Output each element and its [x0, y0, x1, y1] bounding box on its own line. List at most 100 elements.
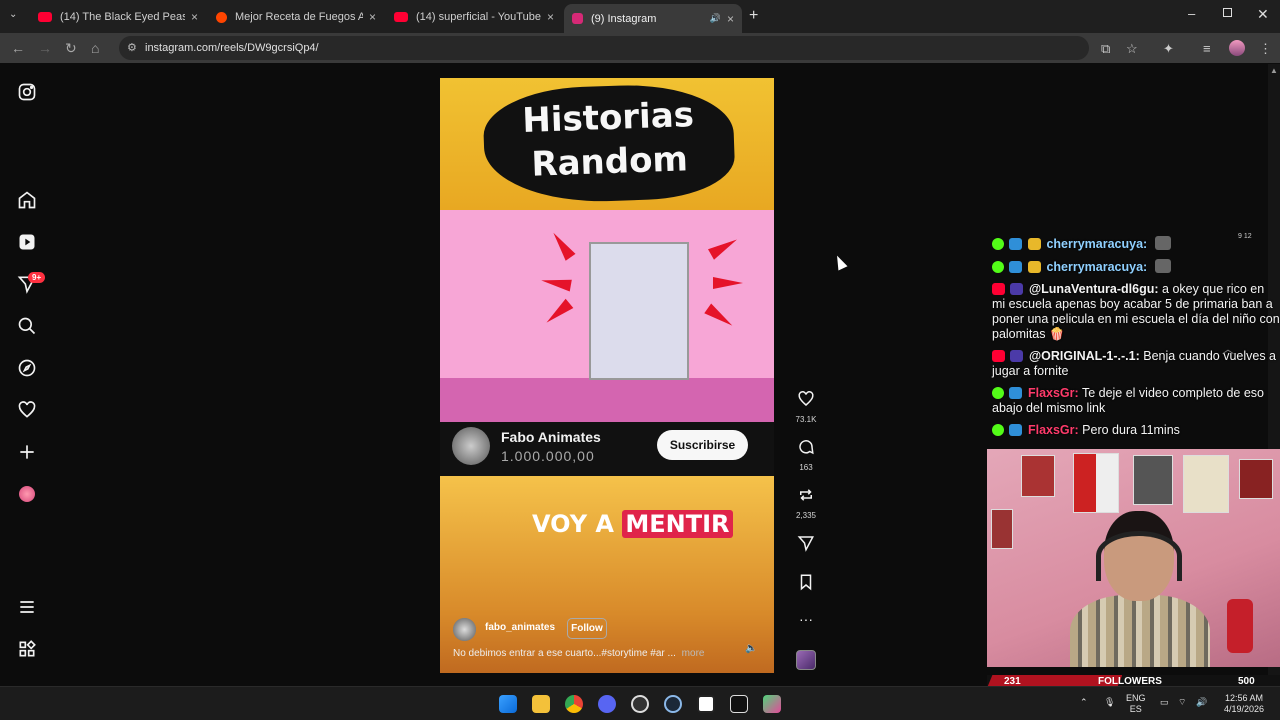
comment-count: 163	[799, 463, 813, 472]
extensions-icon[interactable]: ✦	[1163, 41, 1174, 57]
comment-icon	[799, 440, 814, 455]
more-options-icon[interactable]: ···	[795, 612, 817, 626]
reel-video-player[interactable]: Historias Random Fabo Animates 1.000.000…	[440, 78, 774, 673]
close-tab-icon[interactable]: ×	[191, 10, 198, 24]
chat-message: cherrymaracuya:	[992, 259, 1280, 275]
bookmark-icon	[800, 574, 812, 591]
profile-avatar[interactable]	[1229, 40, 1245, 56]
bookmark-star-icon[interactable]: ☆	[1126, 41, 1138, 57]
search-icon[interactable]	[16, 315, 38, 337]
share-button[interactable]	[795, 534, 817, 557]
close-tab-icon[interactable]: ×	[547, 10, 554, 24]
description-text: No debimos entrar a ese cuarto...#storyt…	[453, 648, 676, 659]
also-from-meta-icon[interactable]	[16, 638, 38, 660]
cartoon-lower-scene: VOY A MENTIR	[440, 476, 774, 673]
app-icon[interactable]	[763, 695, 781, 713]
volume-icon[interactable]: 🔊	[1196, 697, 1207, 708]
steam-icon[interactable]	[664, 695, 682, 713]
minimize-icon[interactable]: –	[1188, 6, 1195, 21]
streamer-shirt	[1070, 595, 1210, 667]
emote-icon	[1154, 236, 1171, 250]
instagram-logo-icon[interactable]	[16, 81, 38, 103]
reel-description[interactable]: No debimos entrar a ese cuarto...#storyt…	[453, 648, 704, 659]
display-icon[interactable]: ▭	[1160, 697, 1169, 708]
repost-icon	[800, 489, 812, 501]
mute-icon[interactable]: 🔈	[745, 643, 759, 657]
start-windows-icon[interactable]	[499, 695, 517, 713]
follow-button[interactable]: Follow	[567, 618, 607, 639]
badge-icon	[1009, 387, 1023, 399]
notion-icon[interactable]	[697, 695, 715, 713]
badge-icon	[1009, 424, 1023, 436]
tab-superficial-youtube[interactable]: (14) superficial - YouTube ×	[386, 4, 562, 30]
crown-icon	[1027, 261, 1041, 273]
wall-poster	[991, 509, 1013, 549]
chrome-icon[interactable]	[565, 695, 583, 713]
comment-button[interactable]: 163	[795, 438, 817, 472]
discord-icon[interactable]	[598, 695, 616, 713]
speaker-icon[interactable]: 🔊	[710, 13, 721, 24]
chat-message: @ORIGINAL-1-.-.1: Benja cuando vuelves a…	[992, 349, 1280, 379]
repost-button[interactable]: 2,335	[795, 486, 817, 520]
create-plus-icon[interactable]	[16, 441, 38, 463]
clock-date: 4/19/2026	[1223, 704, 1265, 714]
chat-message: FlaxsGr: Te deje el video completo de es…	[992, 386, 1280, 416]
site-info-icon[interactable]: ⚙	[127, 36, 137, 60]
clock-time: 12:56 AM	[1224, 693, 1264, 703]
file-explorer-icon[interactable]	[532, 695, 550, 713]
menu-kebab-icon[interactable]: ⋮	[1259, 41, 1272, 57]
audio-thumbnail[interactable]	[796, 650, 816, 670]
home-icon[interactable]: ⌂	[91, 40, 99, 56]
explore-compass-icon[interactable]	[16, 357, 38, 379]
obs-icon[interactable]	[631, 695, 649, 713]
tab-search-chevron-icon[interactable]: ⌄	[9, 9, 17, 20]
video-caption: VOY A MENTIR	[532, 510, 733, 538]
reload-icon[interactable]: ↻	[65, 40, 77, 57]
cartoon-room-scene	[440, 210, 774, 422]
chat-username: cherrymaracuya:	[1046, 237, 1148, 251]
tab-title: (14) The Black Eyed Peas - Shut	[60, 11, 185, 23]
save-button[interactable]	[795, 573, 817, 596]
close-tab-icon[interactable]: ×	[369, 10, 376, 24]
home-icon[interactable]	[16, 189, 38, 211]
author-avatar[interactable]	[453, 618, 476, 641]
back-icon[interactable]: ←	[11, 40, 25, 56]
address-bar[interactable]: ⚙ instagram.com/reels/DW9gcrsiQp4/	[119, 36, 1089, 60]
install-app-icon[interactable]: ⧉	[1101, 41, 1110, 57]
like-button[interactable]: 73.1K	[795, 390, 817, 424]
forward-icon[interactable]: →	[38, 40, 52, 56]
microphone-icon[interactable]: 🎙	[1104, 697, 1115, 708]
badge-icon	[1009, 238, 1023, 250]
tab-instagram[interactable]: (9) Instagram 🔊 ×	[564, 4, 742, 33]
menu-hamburger-icon[interactable]	[16, 596, 38, 618]
close-window-icon[interactable]: ✕	[1257, 6, 1269, 23]
restore-icon[interactable]	[1223, 8, 1232, 17]
channel-avatar	[452, 427, 490, 465]
tab-fuegos-artificiales[interactable]: Mejor Receta de Fuegos Artifici ×	[208, 4, 384, 30]
alarm-mark	[542, 298, 574, 328]
clock[interactable]: 12:56 AM 4/19/2026	[1218, 693, 1270, 715]
reddit-icon	[216, 11, 227, 23]
like-count: 73.1K	[795, 415, 817, 424]
close-tab-icon[interactable]: ×	[727, 12, 734, 26]
youtube-icon	[992, 350, 1005, 362]
emote-icon	[1154, 259, 1171, 273]
instagram-icon	[572, 13, 583, 24]
reels-icon[interactable]	[16, 231, 38, 253]
language-indicator[interactable]: ENG ES	[1126, 693, 1146, 715]
scroll-up-arrow-icon[interactable]: ▲	[1270, 66, 1278, 75]
more-link[interactable]: more	[682, 648, 705, 659]
language-code: ENG	[1126, 693, 1146, 703]
author-username[interactable]: fabo_animates	[485, 622, 555, 633]
windows-taskbar: ⌃ 🎙 ENG ES ▭ ⌔ 🔊 12:56 AM 4/19/2026	[0, 686, 1280, 720]
tray-overflow-icon[interactable]: ⌃	[1080, 697, 1088, 708]
notifications-heart-icon[interactable]	[16, 399, 38, 421]
capcut-icon[interactable]	[730, 695, 748, 713]
media-controls-icon[interactable]: ≡	[1203, 41, 1211, 56]
profile-avatar[interactable]	[16, 483, 38, 505]
network-icon[interactable]: ⌔	[1178, 697, 1186, 708]
cartoon-floor	[440, 378, 774, 422]
chat-username: FlaxsGr:	[1027, 386, 1079, 400]
new-tab-button[interactable]: +	[749, 7, 758, 25]
tab-black-eyed-peas[interactable]: (14) The Black Eyed Peas - Shut ×	[30, 4, 206, 30]
